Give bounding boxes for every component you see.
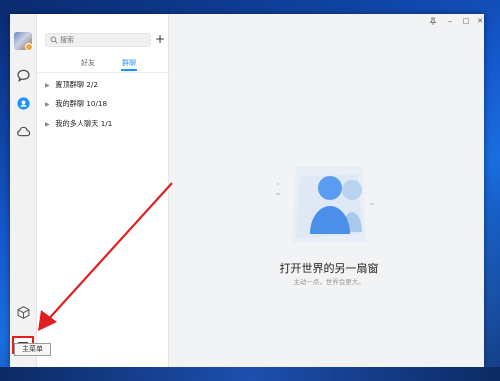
annotation-arrow	[38, 182, 173, 331]
